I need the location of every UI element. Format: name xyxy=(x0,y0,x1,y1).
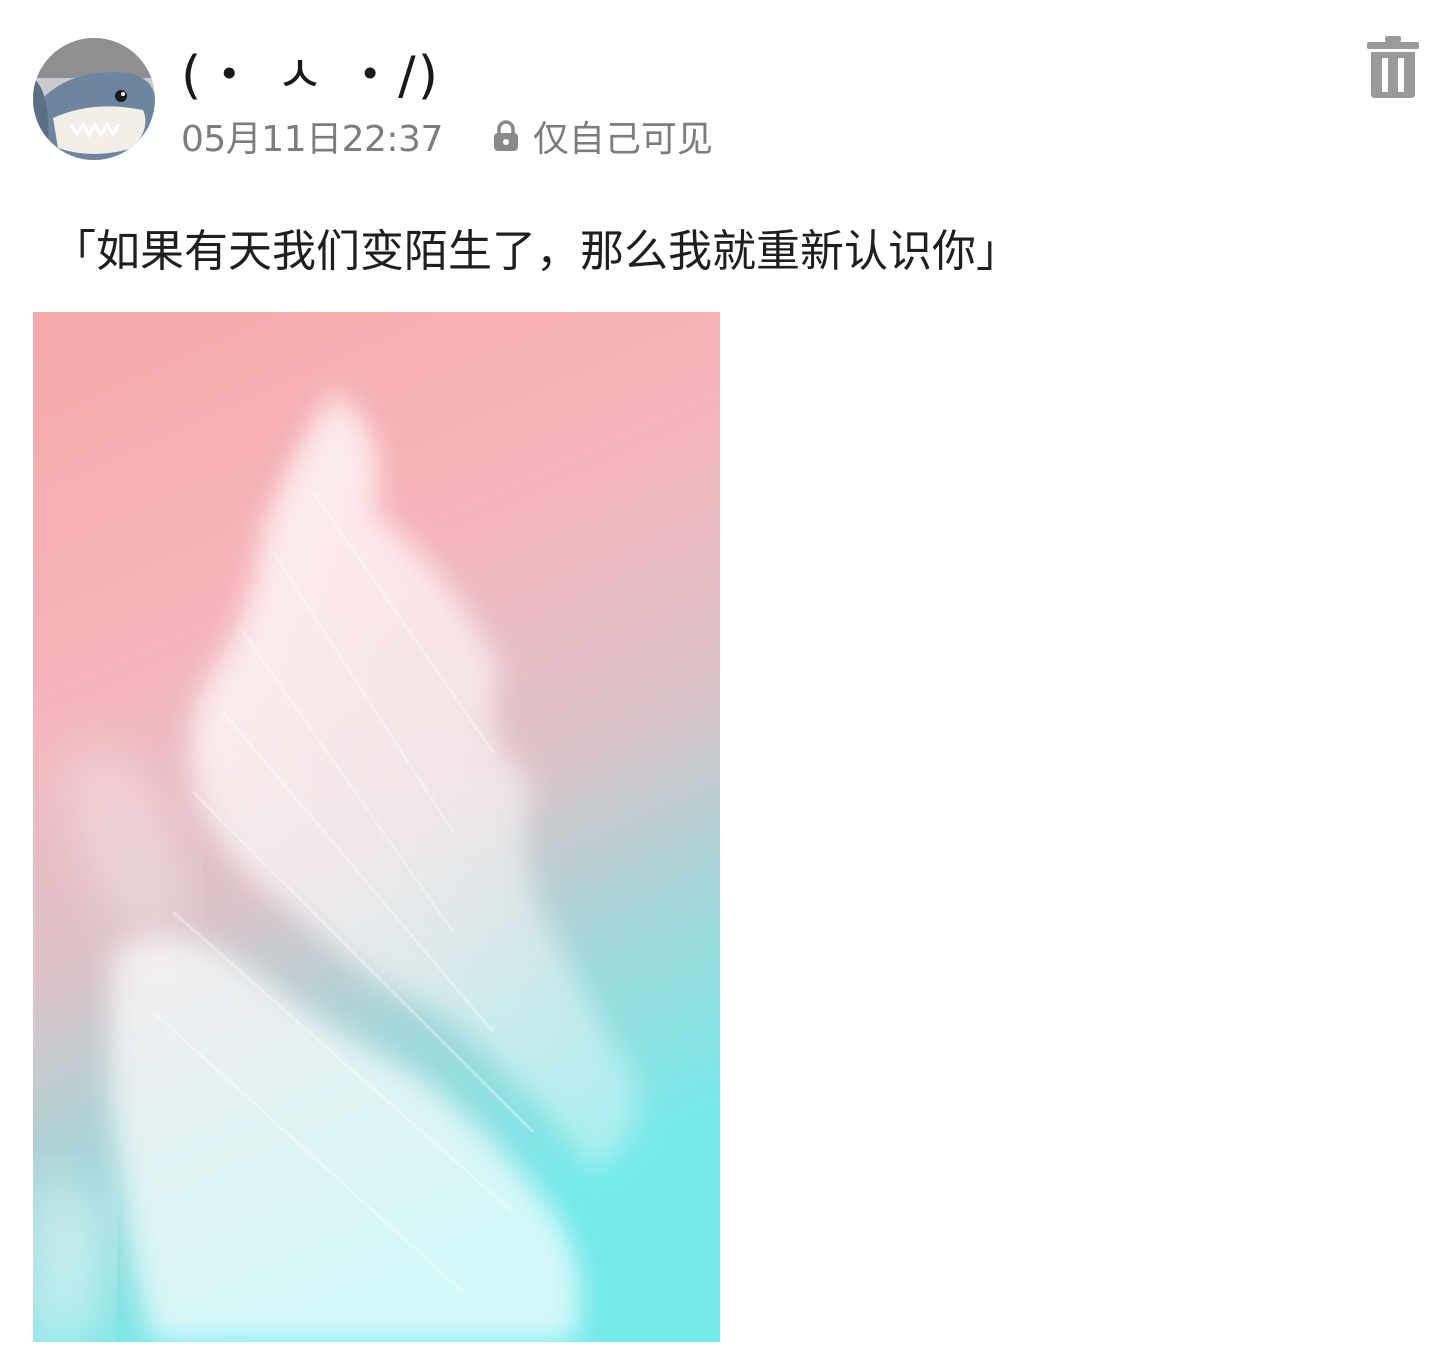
lock-icon xyxy=(491,119,521,153)
post-meta: 05月11日22:37 仅自己可见 xyxy=(181,112,713,160)
post-header: (・ ㅅ ・/) 05月11日22:37 仅自己可见 xyxy=(33,36,1423,162)
trash-icon xyxy=(1367,36,1419,98)
username[interactable]: (・ ㅅ ・/) xyxy=(181,44,440,108)
avatar[interactable] xyxy=(33,38,155,160)
post-timestamp: 05月11日22:37 xyxy=(181,119,443,160)
delete-button[interactable] xyxy=(1365,34,1421,100)
shark-plush-avatar-icon xyxy=(33,38,155,160)
privacy-indicator: 仅自己可见 xyxy=(491,110,713,162)
privacy-label: 仅自己可见 xyxy=(532,119,713,160)
post-image[interactable] xyxy=(33,312,720,1342)
sky-cloud-image xyxy=(33,312,720,1342)
post-text: 「如果有天我们变陌生了，那么我就重新认识你」 xyxy=(52,226,1020,277)
